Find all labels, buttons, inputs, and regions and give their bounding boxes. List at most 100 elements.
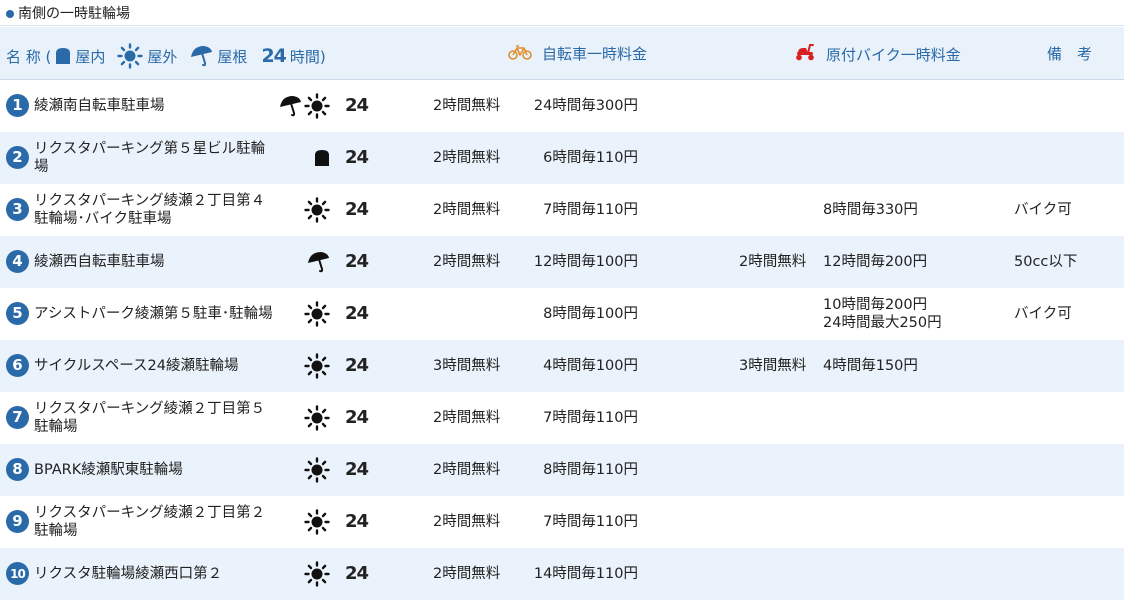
divider bbox=[0, 25, 1124, 26]
sun-icon bbox=[304, 405, 330, 431]
moto-rate-line: 4時間毎150円 bbox=[823, 358, 918, 374]
row-number-badge: 5 bbox=[6, 302, 29, 325]
facility-type-icons bbox=[274, 197, 330, 223]
sun-icon bbox=[304, 301, 330, 327]
table-row: 7 リクスタパーキング綾瀬２丁目第５駐輪場 24 2時間無料 7時間毎110円 bbox=[0, 392, 1124, 444]
facility-name: 綾瀬西自転車駐車場 bbox=[34, 254, 165, 270]
hours-value: 24 bbox=[345, 511, 369, 532]
header-indoor-label: 屋内 bbox=[75, 47, 106, 66]
table-row: 5 アシストパーク綾瀬第５駐車･駐輪場 24 8時間毎100円 10時間毎200円 24時… bbox=[0, 288, 1124, 340]
remarks: バイク可 bbox=[1014, 306, 1072, 322]
row-number-badge: 2 bbox=[6, 146, 29, 169]
moto-free-time: 2時間無料 bbox=[739, 254, 807, 270]
table-row: 2 リクスタパーキング第５星ビル駐輪場 24 2時間無料 6時間毎110円 bbox=[0, 132, 1124, 184]
remarks: バイク可 bbox=[1014, 202, 1072, 218]
table-row: 1 綾瀬南自転車駐車場 24 2時間無料 24時間毎300円 bbox=[0, 80, 1124, 132]
moto-rate: 8時間毎330円 bbox=[823, 184, 918, 236]
moto-rate-line: 10時間毎200円 bbox=[823, 297, 928, 313]
bike-free-time: 2時間無料 bbox=[433, 566, 501, 582]
bike-free-time: 2時間無料 bbox=[433, 98, 501, 114]
table-row: 6 サイクルスペース24綾瀬駐輪場 24 3時間無料 4時間毎100円 3時間無料 4時間毎… bbox=[0, 340, 1124, 392]
bike-rate: 14時間毎110円 bbox=[533, 566, 638, 582]
hours-value: 24 bbox=[345, 303, 369, 324]
umbrella-icon bbox=[278, 94, 302, 118]
remarks: 50cc以下 bbox=[1014, 254, 1078, 270]
bike-rate: 12時間毎100円 bbox=[533, 254, 638, 270]
moto-free-time: 3時間無料 bbox=[739, 358, 807, 374]
parking-table-body: 1 綾瀬南自転車駐車場 24 2時間無料 24時間毎300円 2 リクスタパーキング第５星ビ… bbox=[0, 80, 1124, 600]
sun-icon bbox=[304, 561, 330, 587]
bike-rate: 7時間毎110円 bbox=[543, 410, 638, 426]
table-row: 4 綾瀬西自転車駐車場 24 2時間無料 12時間毎100円 2時間無料 12時間毎200円… bbox=[0, 236, 1124, 288]
facility-type-icons bbox=[274, 457, 330, 483]
moto-rate: 10時間毎200円 24時間最大250円 bbox=[823, 288, 942, 340]
bike-free-time: 2時間無料 bbox=[433, 202, 501, 218]
facility-type-icons bbox=[274, 93, 330, 119]
hours-value: 24 bbox=[345, 95, 369, 116]
header-hours-number: 24 bbox=[261, 45, 286, 67]
facility-type-icons bbox=[274, 509, 330, 535]
bike-rate: 24時間毎300円 bbox=[533, 98, 638, 114]
bike-free-time: 2時間無料 bbox=[433, 150, 501, 166]
hours-value: 24 bbox=[345, 251, 369, 272]
moto-rate-line: 8時間毎330円 bbox=[823, 202, 918, 218]
facility-name: リクスタ駐輪場綾瀬西口第２ bbox=[34, 566, 223, 582]
moto-rate: 4時間毎150円 bbox=[823, 340, 918, 392]
facility-type-icons bbox=[274, 561, 330, 587]
bicycle-icon bbox=[508, 44, 532, 64]
header-roof-label: 屋根 bbox=[217, 47, 248, 66]
row-number-badge: 1 bbox=[6, 94, 29, 117]
row-number-badge: 7 bbox=[6, 406, 29, 429]
bike-free-time: 2時間無料 bbox=[433, 410, 501, 426]
row-number-badge: 9 bbox=[6, 510, 29, 533]
row-number-badge: 4 bbox=[6, 250, 29, 273]
table-row: 9 リクスタパーキング綾瀬２丁目第２駐輪場 24 2時間無料 7時間毎110円 bbox=[0, 496, 1124, 548]
facility-type-icons bbox=[274, 301, 330, 327]
table-row: 3 リクスタパーキング綾瀬２丁目第４駐輪場･バイク駐車場 24 2時間無料 7時間毎11… bbox=[0, 184, 1124, 236]
facility-name: BPARK綾瀬駅東駐輪場 bbox=[34, 462, 183, 478]
hours-value: 24 bbox=[345, 199, 369, 220]
table-header: 名 称 ( 屋内 屋外 屋根 24 時間) 自転車一時料金 原付バイク一時料金 … bbox=[0, 27, 1124, 80]
bike-rate: 8時間毎100円 bbox=[543, 306, 638, 322]
table-row: 8 BPARK綾瀬駅東駐輪場 24 2時間無料 8時間毎110円 bbox=[0, 444, 1124, 496]
bike-free-time: 3時間無料 bbox=[433, 358, 501, 374]
facility-type-icons bbox=[274, 353, 330, 379]
header-hours-label: 時間) bbox=[289, 47, 326, 66]
sun-icon bbox=[304, 509, 330, 535]
moto-rate-line: 12時間毎200円 bbox=[823, 254, 928, 270]
header-name-label: 名 称 ( bbox=[6, 47, 52, 66]
moto-rate: 12時間毎200円 bbox=[823, 236, 927, 288]
hours-value: 24 bbox=[345, 563, 369, 584]
bike-rate: 6時間毎110円 bbox=[543, 150, 638, 166]
bike-rate: 8時間毎110円 bbox=[543, 462, 638, 478]
facility-name: アシストパーク綾瀬第５駐車･駐輪場 bbox=[34, 306, 273, 322]
header-bike-fee-column: 自転車一時料金 bbox=[508, 43, 647, 64]
indoor-icon bbox=[55, 47, 71, 65]
header-bike-fee-label: 自転車一時料金 bbox=[542, 45, 648, 63]
facility-name: リクスタパーキング綾瀬２丁目第２駐輪場 bbox=[34, 505, 266, 539]
bike-rate: 7時間毎110円 bbox=[543, 514, 638, 530]
facility-name: リクスタパーキング綾瀬２丁目第５駐輪場 bbox=[34, 401, 266, 435]
header-remarks-label: 備 考 bbox=[1047, 45, 1093, 63]
bike-rate: 4時間毎100円 bbox=[543, 358, 638, 374]
indoor-icon bbox=[314, 149, 330, 167]
bullet-dot-icon bbox=[6, 10, 14, 18]
page-title-text: 南側の一時駐輪場 bbox=[18, 6, 130, 22]
header-name-column: 名 称 ( 屋内 屋外 屋根 24 時間) bbox=[6, 43, 326, 69]
moto-rate-line: 24時間最大250円 bbox=[823, 315, 942, 331]
bike-rate: 7時間毎110円 bbox=[543, 202, 638, 218]
row-number-badge: 10 bbox=[6, 562, 29, 585]
umbrella-icon bbox=[306, 250, 330, 274]
hours-value: 24 bbox=[345, 147, 369, 168]
sun-icon bbox=[304, 197, 330, 223]
table-row: 10 リクスタ駐輪場綾瀬西口第２ 24 2時間無料 14時間毎110円 bbox=[0, 548, 1124, 600]
hours-value: 24 bbox=[345, 355, 369, 376]
facility-name: リクスタパーキング第５星ビル駐輪場 bbox=[34, 141, 266, 175]
facility-type-icons bbox=[274, 405, 330, 431]
page-title: 南側の一時駐輪場 bbox=[6, 3, 130, 25]
row-number-badge: 8 bbox=[6, 458, 29, 481]
scooter-icon bbox=[794, 43, 816, 65]
row-number-badge: 6 bbox=[6, 354, 29, 377]
facility-name: 綾瀬南自転車駐車場 bbox=[34, 98, 165, 114]
hours-value: 24 bbox=[345, 407, 369, 428]
